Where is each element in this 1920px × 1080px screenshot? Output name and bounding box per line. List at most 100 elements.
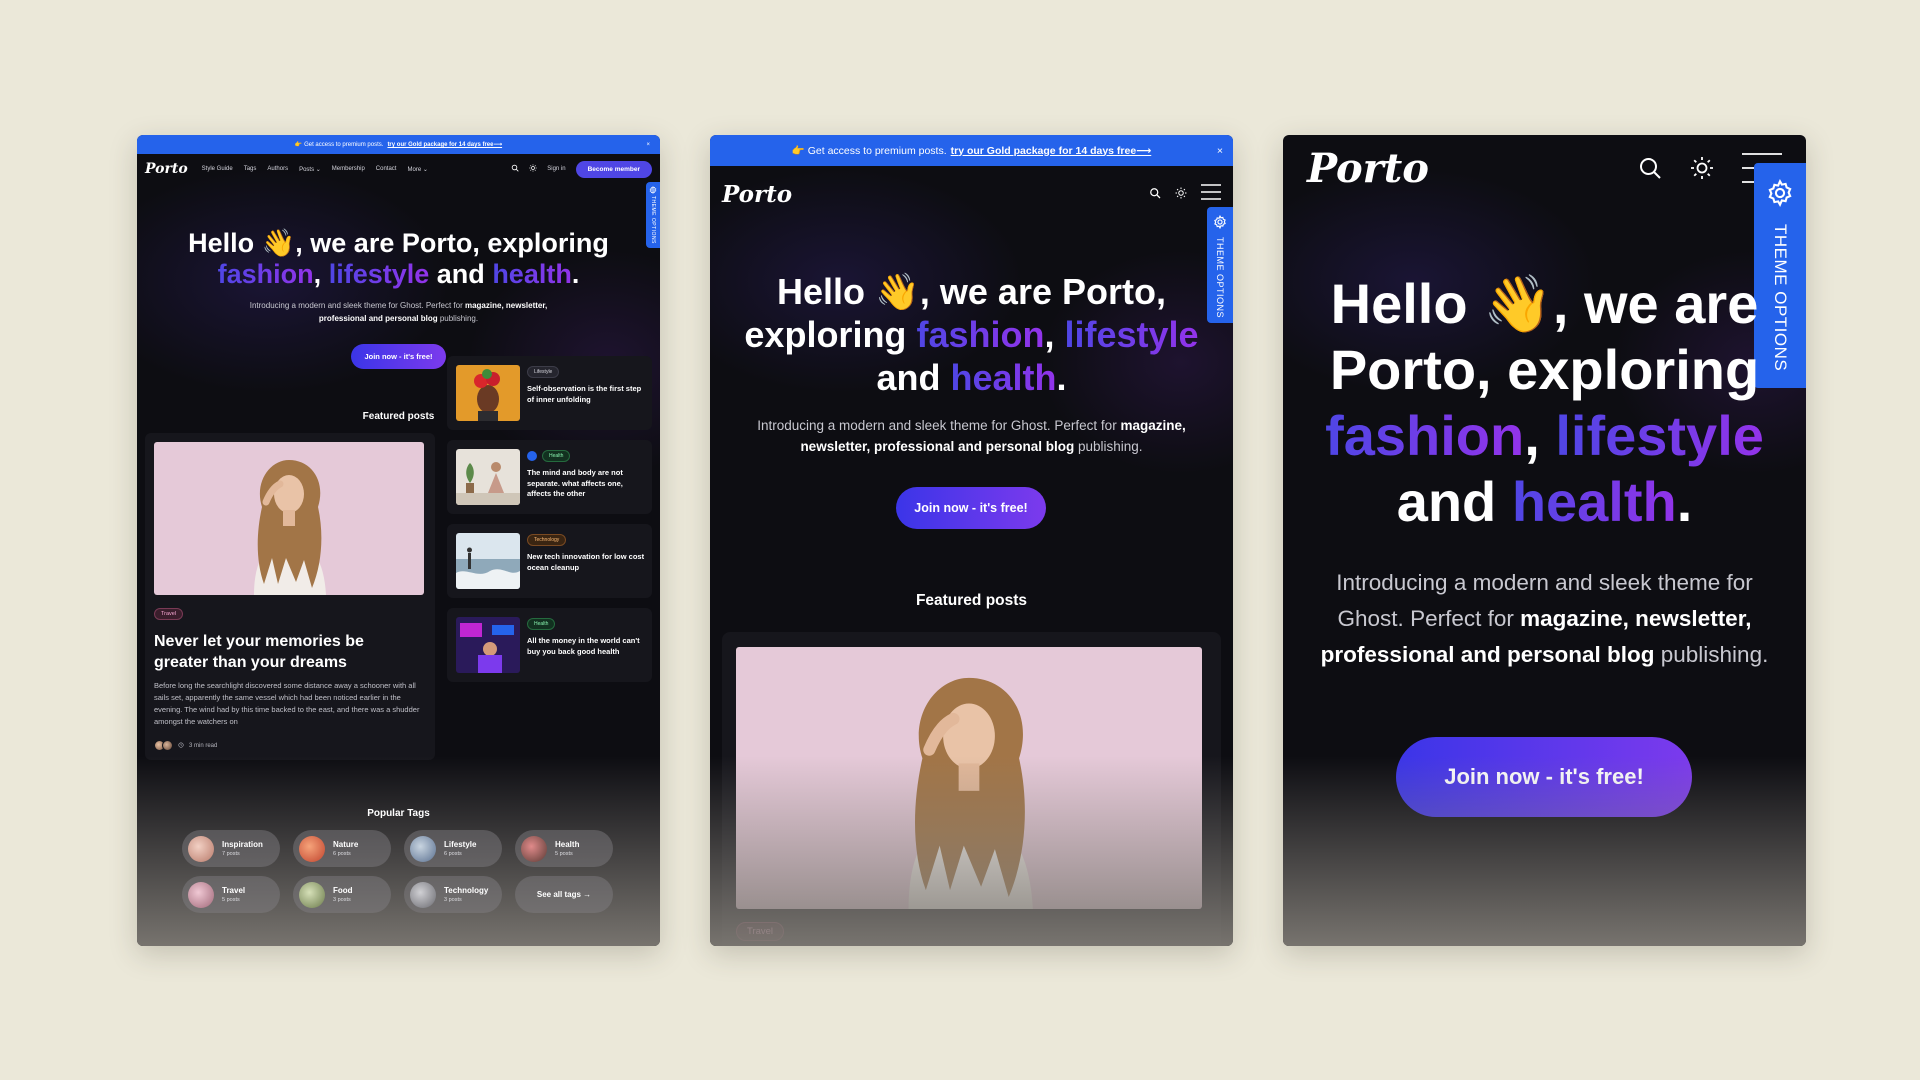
featured-main-excerpt: Before long the searchlight discovered s… bbox=[154, 681, 420, 726]
pointing-hand-emoji: 👉 bbox=[791, 145, 805, 157]
side-post-title[interactable]: Self-observation is the first step of in… bbox=[527, 384, 645, 405]
tag-travel-badge[interactable]: Travel bbox=[736, 922, 785, 941]
sun-icon[interactable] bbox=[1175, 186, 1187, 204]
nav-links: Style Guide Tags Authors Posts ⌄ Members… bbox=[202, 166, 428, 173]
sun-icon[interactable] bbox=[529, 164, 537, 174]
nav-style-guide[interactable]: Style Guide bbox=[202, 166, 233, 173]
tag-count: 5 posts bbox=[555, 851, 573, 857]
ocean-thumbnail bbox=[456, 533, 520, 589]
announcement-cta-link[interactable]: try our Gold package for 14 days free⟶ bbox=[951, 145, 1152, 157]
announcement-cta-link[interactable]: try our Gold package for 14 days free⟶ bbox=[387, 141, 502, 148]
yoga-thumbnail bbox=[456, 449, 520, 505]
tag-health-badge[interactable]: Health bbox=[527, 618, 556, 630]
clock-icon bbox=[178, 741, 184, 750]
tag-health-badge[interactable]: Health bbox=[542, 450, 571, 462]
avatar[interactable] bbox=[162, 740, 173, 751]
gear-icon bbox=[649, 185, 657, 196]
tag-chip-inspiration[interactable]: Inspiration 7 posts bbox=[182, 830, 280, 867]
nav-more[interactable]: More ⌄ bbox=[407, 166, 427, 173]
side-post-card[interactable]: Health The mind and body are not separat… bbox=[447, 440, 652, 514]
waving-hand-emoji: 👋 bbox=[261, 228, 296, 258]
logo[interactable]: Porto bbox=[1307, 145, 1429, 192]
become-member-button[interactable]: Become member bbox=[575, 160, 652, 178]
nav-actions: Sign in Become member bbox=[511, 160, 652, 178]
nav-authors[interactable]: Authors bbox=[267, 166, 288, 173]
tablet-preview: 👉 Get access to premium posts. try our G… bbox=[710, 135, 1233, 946]
tag-lifestyle-badge[interactable]: Lifestyle bbox=[527, 366, 560, 378]
featured-main-card[interactable]: Travel bbox=[722, 632, 1221, 946]
featured-main-title[interactable]: Never let your memories be greater than … bbox=[154, 631, 416, 673]
logo[interactable]: Porto bbox=[145, 161, 188, 177]
side-post-title[interactable]: All the money in the world can't buy you… bbox=[527, 636, 645, 657]
tag-count: 7 posts bbox=[222, 851, 240, 857]
see-all-tags-button[interactable]: See all tags → bbox=[515, 876, 613, 913]
search-icon[interactable] bbox=[511, 164, 519, 174]
nav-membership[interactable]: Membership bbox=[332, 166, 365, 173]
close-icon[interactable]: × bbox=[1217, 145, 1223, 157]
hero-desc-part2: publishing. bbox=[439, 314, 479, 323]
tag-technology-badge[interactable]: Technology bbox=[527, 534, 567, 546]
popular-tags-grid: Inspiration 7 posts Nature 6 posts Lifesty… bbox=[182, 830, 614, 913]
sun-icon[interactable] bbox=[1690, 156, 1714, 185]
tag-image bbox=[410, 835, 436, 862]
hero-desc-part1: Introducing a modern and sleek theme for… bbox=[249, 301, 463, 310]
nav-tags[interactable]: Tags bbox=[244, 166, 257, 173]
join-button[interactable]: Join now - it's free! bbox=[896, 487, 1046, 529]
join-button[interactable]: Join now - it's free! bbox=[351, 344, 446, 369]
hero-word-and: and bbox=[1396, 470, 1497, 533]
tag-count: 5 posts bbox=[222, 897, 240, 903]
hero-word-and: and bbox=[436, 259, 485, 289]
featured-main-card[interactable]: Travel Never let your memories be greate… bbox=[145, 433, 435, 760]
tag-chip-lifestyle[interactable]: Lifestyle 6 posts bbox=[404, 830, 502, 867]
tag-count: 3 posts bbox=[333, 897, 351, 903]
desktop-preview: 👉 Get access to premium posts. try our G… bbox=[137, 135, 660, 946]
hero-comma: , bbox=[1524, 404, 1540, 467]
hero-word-and: and bbox=[876, 357, 941, 398]
tag-image bbox=[521, 835, 547, 862]
tag-count: 3 posts bbox=[444, 897, 462, 903]
woman-flowers-thumbnail bbox=[456, 365, 520, 421]
search-icon[interactable] bbox=[1638, 156, 1662, 185]
close-icon[interactable]: × bbox=[646, 142, 650, 148]
tag-image bbox=[188, 835, 214, 862]
tag-travel-badge[interactable]: Travel bbox=[154, 608, 184, 620]
hero-comma: , bbox=[1044, 314, 1055, 355]
announcement-text: Get access to premium posts. bbox=[304, 141, 384, 148]
tag-name: Technology bbox=[444, 886, 489, 895]
tag-chip-travel[interactable]: Travel 5 posts bbox=[182, 876, 280, 913]
announcement-text: Get access to premium posts. bbox=[807, 144, 947, 157]
hero-description: Introducing a modern and sleek theme for… bbox=[740, 415, 1203, 457]
side-post-card[interactable]: Lifestyle Self-observation is the first … bbox=[447, 356, 652, 430]
side-post-title[interactable]: New tech innovation for low cost ocean c… bbox=[527, 552, 645, 573]
tag-chip-nature[interactable]: Nature 6 posts bbox=[293, 830, 391, 867]
tag-name: Food bbox=[333, 886, 353, 895]
read-time: 3 min read bbox=[189, 742, 218, 749]
tag-chip-food[interactable]: Food 3 posts bbox=[293, 876, 391, 913]
navbar: Porto Style Guide Tags Authors Posts ⌄ M… bbox=[145, 159, 652, 179]
side-post-card[interactable]: Health All the money in the world can't … bbox=[447, 608, 652, 682]
nav-posts[interactable]: Posts ⌄ bbox=[299, 166, 321, 173]
hero-word-health: health bbox=[492, 259, 572, 289]
tag-name: Health bbox=[555, 840, 580, 849]
tag-chip-technology[interactable]: Technology 3 posts bbox=[404, 876, 502, 913]
featured-posts-heading: Featured posts bbox=[915, 592, 1028, 609]
side-post-card[interactable]: Technology New tech innovation for low c… bbox=[447, 524, 652, 598]
join-button[interactable]: Join now - it's free! bbox=[1396, 737, 1692, 817]
neon-shop-thumbnail bbox=[456, 617, 520, 673]
side-post-title[interactable]: The mind and body are not separate. what… bbox=[527, 468, 645, 500]
tag-image bbox=[188, 881, 214, 908]
announcement-bar: 👉 Get access to premium posts. try our G… bbox=[710, 135, 1233, 166]
tag-image bbox=[299, 881, 325, 908]
announcement-bar: 👉 Get access to premium posts. try our G… bbox=[137, 135, 660, 154]
waving-hand-emoji: 👋 bbox=[1483, 272, 1553, 335]
hero-word-fashion: fashion bbox=[916, 314, 1045, 355]
signin-link[interactable]: Sign in bbox=[547, 166, 565, 172]
mobile-preview: Porto THEME OPTIONS Hello 👋, we are Port… bbox=[1283, 135, 1806, 946]
tag-chip-health[interactable]: Health 5 posts bbox=[515, 830, 613, 867]
hero-period: . bbox=[1056, 357, 1067, 398]
logo[interactable]: Porto bbox=[722, 181, 792, 208]
nav-contact[interactable]: Contact bbox=[376, 166, 397, 173]
hamburger-menu-icon[interactable] bbox=[1201, 184, 1221, 205]
hero-title-line1: , we are Porto, exploring bbox=[295, 228, 609, 258]
search-icon[interactable] bbox=[1149, 186, 1161, 204]
